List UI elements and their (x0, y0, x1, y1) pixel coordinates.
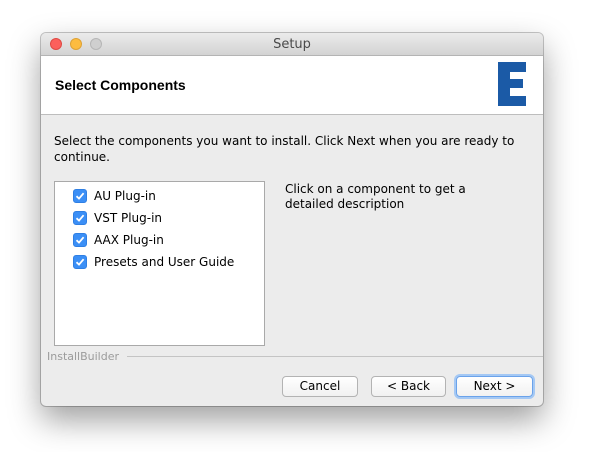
check-icon (75, 192, 85, 200)
au-plugin-checkbox[interactable] (73, 189, 87, 203)
back-button[interactable]: < Back (371, 376, 446, 397)
component-description: Click on a component to get a detailed d… (285, 182, 466, 211)
divider (127, 356, 543, 357)
check-icon (75, 214, 85, 222)
title-bar[interactable]: Setup (41, 33, 543, 56)
component-label: VST Plug-in (94, 211, 163, 225)
component-label: Presets and User Guide (94, 255, 235, 269)
component-presets-user-guide[interactable]: Presets and User Guide (73, 253, 234, 271)
instruction-text: Select the components you want to instal… (54, 134, 515, 164)
component-aax-plugin[interactable]: AAX Plug-in (73, 231, 164, 249)
presets-user-guide-checkbox[interactable] (73, 255, 87, 269)
vst-plugin-checkbox[interactable] (73, 211, 87, 225)
component-au-plugin[interactable]: AU Plug-in (73, 187, 156, 205)
installer-brand-divider: InstallBuilder (41, 349, 543, 363)
aax-plugin-checkbox[interactable] (73, 233, 87, 247)
setup-window: Setup Select Components Select the compo… (41, 33, 543, 406)
next-button[interactable]: Next > (456, 376, 533, 397)
check-icon (75, 258, 85, 266)
window-title: Setup (273, 37, 311, 52)
component-label: AU Plug-in (94, 189, 156, 203)
components-list[interactable]: AU Plug-in VST Plug-in AAX Plug-in Prese… (54, 181, 265, 346)
page-header: Select Components (41, 56, 543, 115)
component-label: AAX Plug-in (94, 233, 164, 247)
component-vst-plugin[interactable]: VST Plug-in (73, 209, 162, 227)
cancel-button[interactable]: Cancel (282, 376, 358, 397)
app-logo (498, 62, 526, 106)
page-title: Select Components (55, 77, 186, 93)
check-icon (75, 236, 85, 244)
installbuilder-brand: InstallBuilder (47, 350, 124, 363)
